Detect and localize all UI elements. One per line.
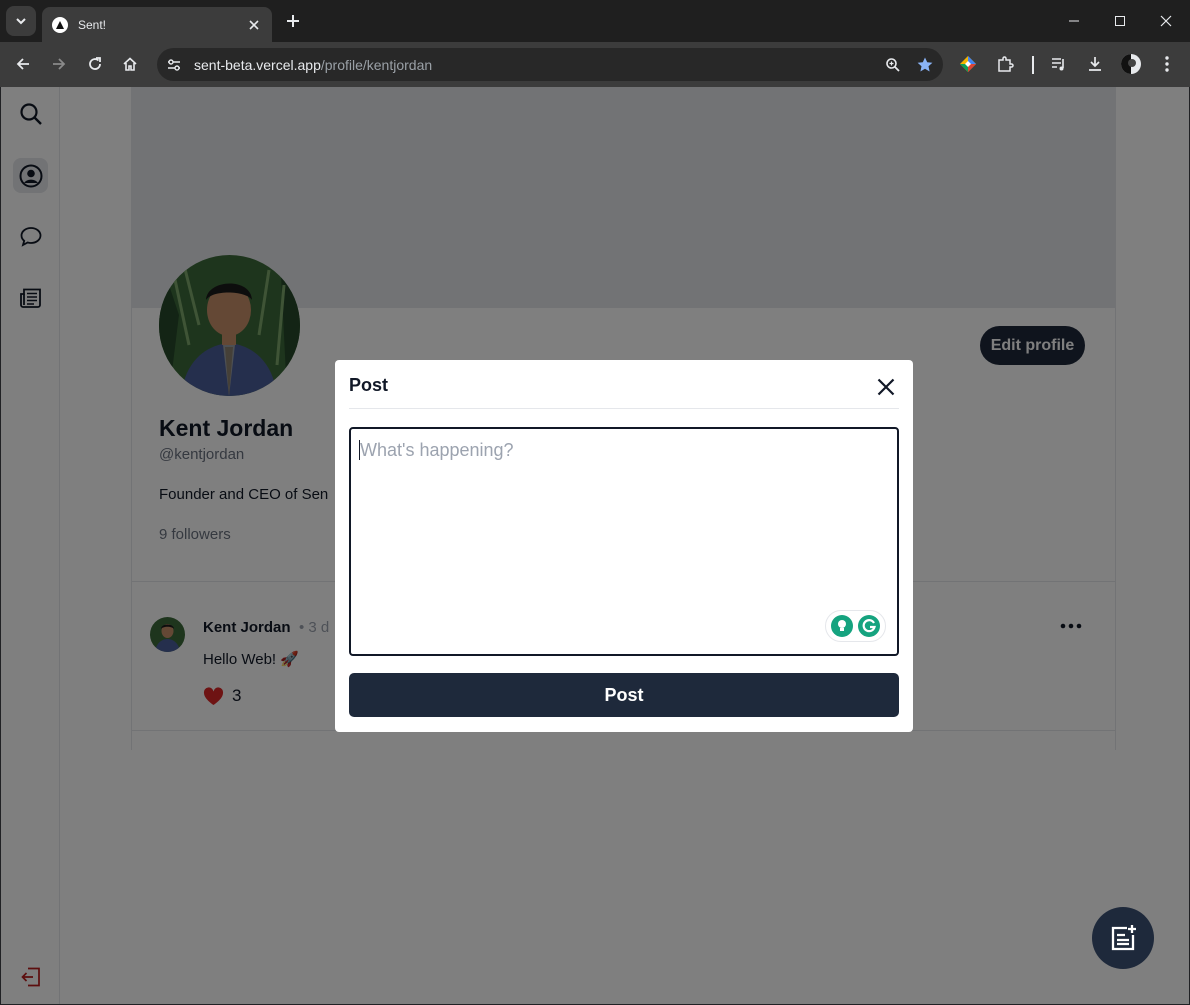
- kebab-menu-icon: [1165, 56, 1169, 72]
- url-path: /profile/kentjordan: [320, 56, 433, 73]
- puzzle-icon: [998, 56, 1014, 72]
- extension-button[interactable]: [954, 50, 982, 78]
- downloads-button[interactable]: [1081, 50, 1109, 78]
- grammarly-g-icon[interactable]: [858, 615, 880, 637]
- site-info-icon[interactable]: [161, 52, 187, 78]
- home-button[interactable]: [116, 50, 144, 78]
- back-button[interactable]: [9, 50, 37, 78]
- forward-button[interactable]: [45, 50, 73, 78]
- new-post-icon: [1111, 925, 1136, 951]
- plus-icon: [287, 15, 299, 27]
- post-composer-input[interactable]: [349, 427, 899, 656]
- modal-title: Post: [349, 375, 389, 395]
- browser-tab[interactable]: Sent!: [42, 7, 272, 42]
- reload-button[interactable]: [81, 50, 109, 78]
- url-host: sent-beta.vercel.app: [194, 56, 321, 73]
- site-favicon-icon: [52, 16, 68, 33]
- maximize-icon: [1115, 16, 1125, 26]
- avatar-icon: [1121, 54, 1141, 74]
- maximize-button[interactable]: [1107, 8, 1133, 34]
- media-controls-button[interactable]: [1045, 50, 1073, 78]
- color-diamond-icon: [960, 56, 976, 72]
- download-icon: [1089, 57, 1101, 71]
- menu-button[interactable]: [1153, 50, 1181, 78]
- address-bar[interactable]: sent-beta.vercel.app/profile/kentjordan: [157, 48, 943, 81]
- text-caret: [359, 440, 360, 460]
- modal-close-button[interactable]: [873, 374, 899, 400]
- arrow-right-icon: [53, 58, 66, 70]
- tab-close-icon[interactable]: [246, 17, 262, 33]
- tab-search-button[interactable]: [6, 6, 36, 36]
- grammarly-widget[interactable]: [825, 610, 886, 642]
- bookmark-star-icon[interactable]: [911, 51, 939, 79]
- profile-button[interactable]: [1117, 50, 1145, 78]
- url-text[interactable]: sent-beta.vercel.app/profile/kentjordan: [194, 57, 879, 73]
- lightbulb-icon[interactable]: [831, 615, 853, 637]
- browser-toolbar: sent-beta.vercel.app/profile/kentjordan: [0, 42, 1190, 87]
- zoom-icon[interactable]: [879, 51, 907, 79]
- browser-tab-bar: Sent!: [0, 0, 1190, 42]
- minimize-button[interactable]: [1061, 8, 1087, 34]
- post-modal: Post Post: [335, 360, 913, 732]
- compose-fab-button[interactable]: [1092, 907, 1154, 969]
- reload-icon: [89, 57, 101, 70]
- minimize-icon: [1069, 20, 1079, 22]
- page-viewport: Edit profile Kent Jordan @kentjordan Fou…: [1, 87, 1189, 1004]
- playlist-icon: [1052, 58, 1064, 71]
- chevron-down-icon: [16, 18, 26, 25]
- close-icon: [877, 378, 895, 396]
- modal-divider: [349, 408, 899, 409]
- toolbar-divider: [1032, 56, 1034, 74]
- close-icon: [1160, 15, 1172, 27]
- new-tab-button[interactable]: [282, 10, 304, 32]
- tab-title: Sent!: [78, 17, 107, 32]
- close-window-button[interactable]: [1153, 8, 1179, 34]
- arrow-left-icon: [16, 58, 29, 70]
- extensions-button[interactable]: [991, 50, 1019, 78]
- post-submit-button[interactable]: Post: [349, 673, 899, 717]
- home-icon: [123, 57, 137, 71]
